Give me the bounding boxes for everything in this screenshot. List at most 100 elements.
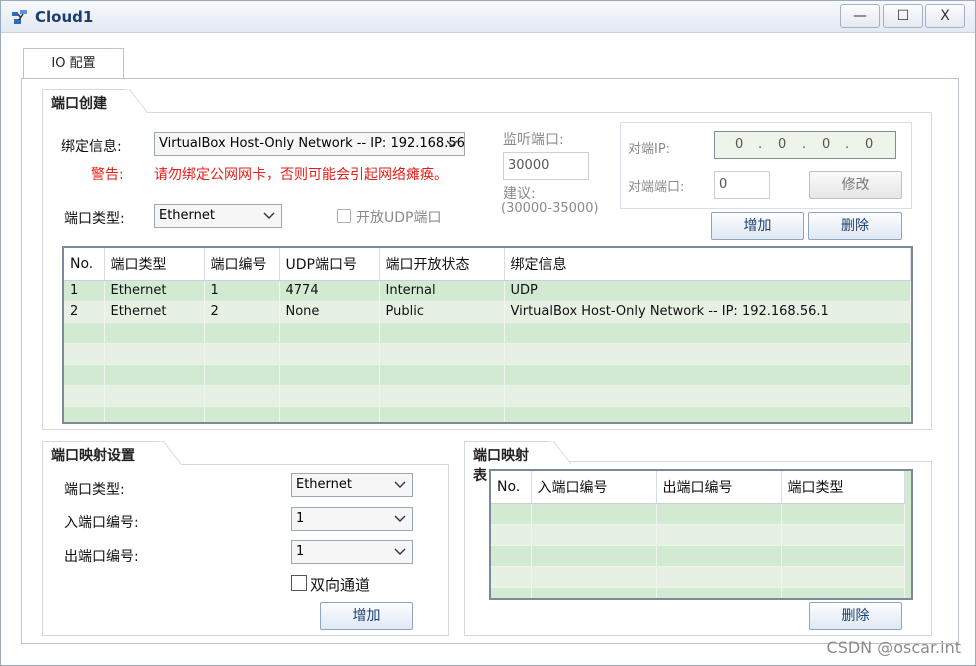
mapping-table-header: No. 入端口编号 出端口编号 端口类型 — [491, 471, 905, 504]
port-type-select[interactable]: Ethernet — [154, 204, 282, 228]
tab-slant — [159, 441, 181, 465]
table-cell: None — [279, 301, 380, 323]
tab-slant — [549, 441, 571, 465]
port-table-header: No. 端口类型 端口编号 UDP端口号 端口开放状态 绑定信息 — [64, 248, 911, 281]
out-port-select[interactable]: 1 — [291, 540, 413, 564]
col-header[interactable]: No. — [491, 471, 532, 504]
empty-row — [491, 566, 905, 588]
table-cell: Ethernet — [104, 280, 205, 302]
col-header[interactable]: 端口编号 — [204, 248, 280, 281]
cloud-config-window: Cloud1 — ☐ X IO 配置 端口创建 绑定信息: VirtualBox… — [0, 0, 976, 666]
port-table: No. 端口类型 端口编号 UDP端口号 端口开放状态 绑定信息 1 Ether… — [64, 248, 911, 422]
out-port-label: 出端口编号: — [64, 549, 139, 565]
empty-row — [64, 385, 911, 407]
empty-row — [491, 524, 905, 546]
window-title: Cloud1 — [35, 8, 94, 26]
peer-ip-octet-3: 0 — [822, 137, 831, 152]
peer-port-input[interactable]: 0 — [714, 171, 770, 199]
ip-dot: . — [802, 137, 807, 152]
close-button[interactable]: X — [925, 4, 965, 28]
maximize-button[interactable]: ☐ — [883, 4, 923, 28]
col-header[interactable]: 绑定信息 — [504, 248, 911, 281]
tab-io-config[interactable]: IO 配置 — [23, 48, 124, 79]
col-header[interactable]: 入端口编号 — [531, 471, 657, 504]
table-row[interactable]: 1 Ethernet 1 4774 Internal UDP — [64, 280, 911, 302]
port-create-title-text: 端口创建 — [51, 96, 107, 112]
peer-ip-input[interactable]: 0 . 0 . 0 . 0 — [714, 131, 896, 159]
empty-row — [64, 406, 911, 422]
peer-ip-octet-2: 0 — [778, 137, 787, 152]
table-cell: 4774 — [279, 280, 380, 302]
warning-text: 请勿绑定公网网卡，否则可能会引起网络瘫痪。 — [154, 167, 448, 183]
mapping-table-title: 端口映射表 — [464, 441, 550, 484]
chevron-down-icon — [394, 481, 406, 488]
in-port-select[interactable]: 1 — [291, 507, 413, 531]
tab-io-config-label: IO 配置 — [51, 56, 96, 71]
table-cell: 1 — [204, 280, 280, 302]
out-port-value: 1 — [296, 544, 305, 559]
port-create-title: 端口创建 — [42, 89, 126, 113]
peer-ip-octet-4: 0 — [865, 137, 874, 152]
bidirectional-checkbox[interactable] — [291, 575, 307, 591]
port-type-value: Ethernet — [159, 208, 215, 223]
empty-row — [64, 364, 911, 386]
delete-port-button-label: 删除 — [841, 218, 869, 234]
port-table-frame: No. 端口类型 端口编号 UDP端口号 端口开放状态 绑定信息 1 Ether… — [62, 246, 913, 424]
add-port-button-label: 增加 — [743, 218, 772, 234]
watermark: CSDN @oscar.int — [826, 638, 961, 657]
chevron-down-icon — [263, 212, 275, 219]
peer-ip-octet-1: 0 — [735, 137, 744, 152]
empty-row — [491, 587, 905, 598]
table-cell: 1 — [64, 280, 105, 302]
chevron-down-icon — [394, 548, 406, 555]
bind-info-select[interactable]: VirtualBox Host-Only Network -- IP: 192.… — [154, 132, 465, 156]
port-mapping-title-text: 端口映射设置 — [51, 448, 135, 464]
suggest-label: 建议: — [503, 186, 536, 202]
bidirectional-label: 双向通道 — [310, 576, 371, 594]
table-cell: VirtualBox Host-Only Network -- IP: 192.… — [504, 301, 911, 323]
col-header[interactable]: 端口开放状态 — [379, 248, 505, 281]
peer-port-label: 对端端口: — [628, 180, 685, 195]
empty-row — [64, 322, 911, 344]
table-row[interactable]: 2 Ethernet 2 None Public VirtualBox Host… — [64, 301, 911, 323]
open-udp-checkbox[interactable] — [337, 209, 351, 223]
delete-mapping-button[interactable]: 删除 — [809, 602, 902, 630]
add-mapping-button-label: 增加 — [352, 608, 381, 624]
listen-port-value: 30000 — [508, 158, 550, 173]
modify-button[interactable]: 修改 — [809, 171, 902, 199]
col-header[interactable]: No. — [64, 248, 105, 281]
title-bar[interactable]: Cloud1 — ☐ X — [1, 1, 975, 33]
table-cell: Ethernet — [104, 301, 205, 323]
close-icon: X — [940, 8, 950, 24]
map-port-type-label: 端口类型: — [64, 482, 125, 498]
empty-row — [64, 343, 911, 365]
bind-info-value: VirtualBox Host-Only Network -- IP: 192.… — [159, 136, 465, 151]
table-cell: 2 — [204, 301, 280, 323]
minimize-button[interactable]: — — [840, 4, 880, 28]
minimize-icon: — — [853, 8, 867, 24]
delete-port-button[interactable]: 删除 — [808, 212, 902, 240]
add-port-button[interactable]: 增加 — [711, 212, 804, 240]
tab-slant — [125, 89, 147, 113]
in-port-label: 入端口编号: — [64, 515, 139, 531]
empty-row — [491, 503, 905, 525]
map-port-type-select[interactable]: Ethernet — [291, 473, 413, 497]
col-header[interactable]: 端口类型 — [781, 471, 905, 504]
table-cell: Internal — [379, 280, 505, 302]
map-port-type-value: Ethernet — [296, 477, 352, 492]
mapping-table-frame: No. 入端口编号 出端口编号 端口类型 — [489, 469, 913, 600]
listen-port-input[interactable]: 30000 — [503, 152, 589, 180]
col-header[interactable]: 端口类型 — [104, 248, 205, 281]
bind-info-label: 绑定信息: — [61, 139, 122, 155]
modify-button-label: 修改 — [841, 177, 870, 193]
chevron-down-icon — [446, 140, 458, 147]
peer-ip-label: 对端IP: — [628, 142, 671, 157]
col-header[interactable]: 出端口编号 — [656, 471, 782, 504]
add-mapping-button[interactable]: 增加 — [320, 602, 413, 630]
table-cell: Public — [379, 301, 505, 323]
col-header[interactable]: UDP端口号 — [279, 248, 380, 281]
ip-dot: . — [845, 137, 850, 152]
suggest-range: (30000-35000) — [501, 201, 599, 216]
cloud-app-icon — [12, 10, 27, 24]
open-udp-label: 开放UDP端口 — [356, 210, 442, 226]
